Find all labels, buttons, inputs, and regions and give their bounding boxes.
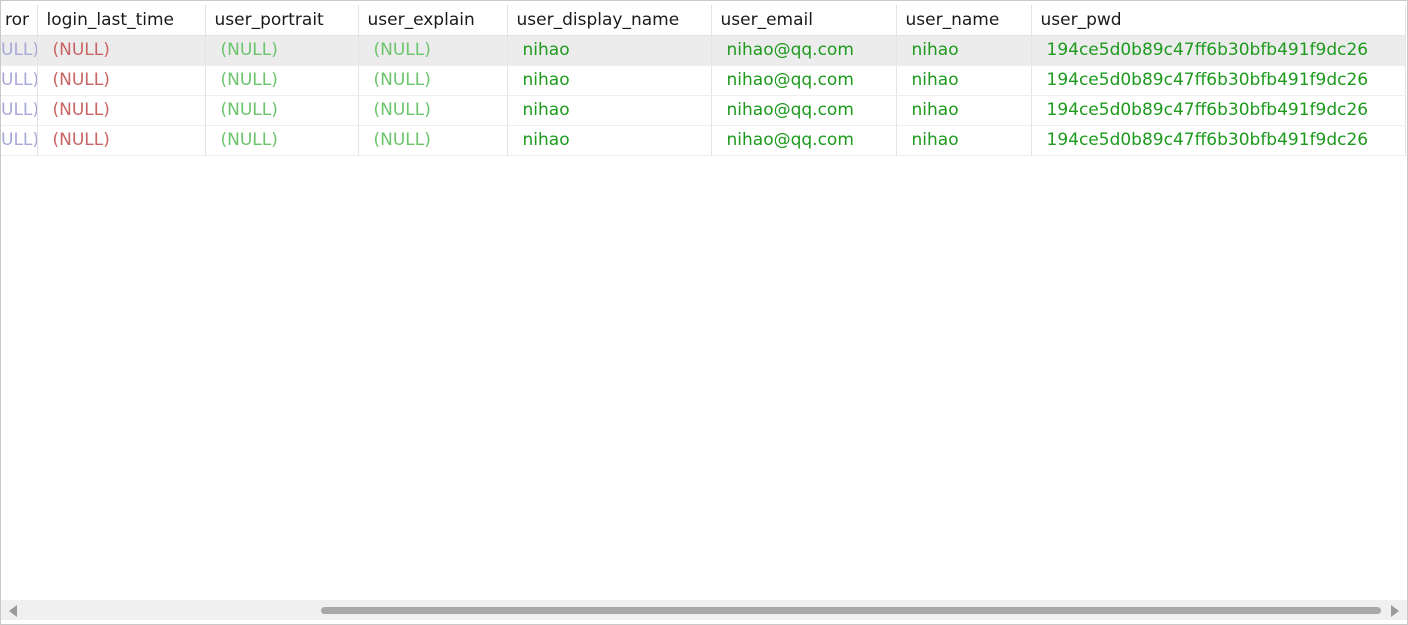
table-cell[interactable]: ULL) [1,35,38,66]
table-cell[interactable]: (NULL) [37,125,206,156]
table-row[interactable]: ULL) (NULL) (NULL) (NULL) nihao nihao@qq… [1,95,1406,126]
table-cell[interactable]: nihao@qq.com [711,35,897,66]
table-cell[interactable]: nihao [507,65,712,96]
result-grid-panel: ror login_last_time user_portrait user_e… [0,0,1408,625]
table-cell[interactable]: (NULL) [205,125,359,156]
table-cell[interactable]: nihao [507,125,712,156]
scroll-left-arrow-icon[interactable] [9,605,17,617]
result-table: ror login_last_time user_portrait user_e… [1,5,1406,156]
table-cell[interactable]: 194ce5d0b89c47ff6b30bfb491f9dc26 [1031,65,1406,96]
table-cell[interactable]: ULL) [1,125,38,156]
table-cell[interactable]: nihao [507,35,712,66]
table-cell[interactable]: (NULL) [358,125,508,156]
column-header-user-email[interactable]: user_email [711,5,897,36]
table-cell[interactable]: nihao [896,65,1032,96]
column-header-user-explain[interactable]: user_explain [358,5,508,36]
table-cell[interactable]: nihao@qq.com [711,95,897,126]
table-cell[interactable]: (NULL) [205,95,359,126]
scroll-right-arrow-icon[interactable] [1391,605,1399,617]
header-row: ror login_last_time user_portrait user_e… [1,5,1406,36]
table-cell[interactable]: (NULL) [37,35,206,66]
scrollbar-thumb[interactable] [321,607,1381,614]
table-cell[interactable]: (NULL) [358,65,508,96]
table-cell[interactable]: nihao@qq.com [711,125,897,156]
table-cell[interactable]: 194ce5d0b89c47ff6b30bfb491f9dc26 [1031,35,1406,66]
table-row[interactable]: ULL) (NULL) (NULL) (NULL) nihao nihao@qq… [1,35,1406,66]
table-cell[interactable]: 194ce5d0b89c47ff6b30bfb491f9dc26 [1031,125,1406,156]
column-header-user-pwd[interactable]: user_pwd [1031,5,1406,36]
table-row[interactable]: ULL) (NULL) (NULL) (NULL) nihao nihao@qq… [1,65,1406,96]
table-cell[interactable]: (NULL) [37,95,206,126]
table-cell[interactable]: 194ce5d0b89c47ff6b30bfb491f9dc26 [1031,95,1406,126]
horizontal-scrollbar[interactable] [1,600,1407,620]
table-cell[interactable]: nihao [896,125,1032,156]
table-cell[interactable]: nihao@qq.com [711,65,897,96]
table-cell[interactable]: ULL) [1,65,38,96]
column-header-user-portrait[interactable]: user_portrait [205,5,359,36]
table-cell[interactable]: (NULL) [358,35,508,66]
table-cell[interactable]: (NULL) [205,65,359,96]
table-cell[interactable]: ULL) [1,95,38,126]
table-cell[interactable]: (NULL) [358,95,508,126]
column-header-user-name[interactable]: user_name [896,5,1032,36]
column-header-login-last-time[interactable]: login_last_time [37,5,206,36]
table-cell[interactable]: (NULL) [37,65,206,96]
table-cell[interactable]: (NULL) [205,35,359,66]
table-cell[interactable]: nihao [896,95,1032,126]
table-row[interactable]: ULL) (NULL) (NULL) (NULL) nihao nihao@qq… [1,125,1406,156]
table-cell[interactable]: nihao [896,35,1032,66]
table-cell[interactable]: nihao [507,95,712,126]
column-header-error[interactable]: ror [1,5,38,36]
column-header-user-display-name[interactable]: user_display_name [507,5,712,36]
